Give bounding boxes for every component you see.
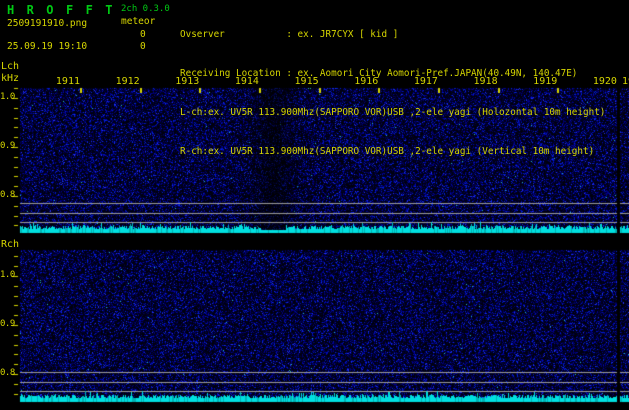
- freq-tick-label: 0.9: [0, 141, 15, 151]
- lch-panel-label: Lch: [1, 61, 20, 72]
- observer-line: Ovserver : ex. JR7CYX [ kid ]: [180, 29, 399, 40]
- time-label: 1920: [592, 76, 617, 87]
- time-label: 1917: [413, 76, 438, 87]
- time-label: 1913: [175, 76, 200, 87]
- meteor-count-rch: 0: [140, 41, 146, 52]
- time-label-clipped: 1910: [622, 76, 629, 87]
- freq-tick-label: 1.0: [0, 270, 15, 280]
- app-version: 2ch 0.3.0: [121, 4, 170, 14]
- freq-tick-label: 0.9: [0, 319, 15, 329]
- hrofft-window: H R O F F T 2ch 0.3.0 2509191910.png met…: [0, 0, 629, 410]
- output-filename: 2509191910.png: [7, 18, 88, 29]
- time-label: 1916: [354, 76, 379, 87]
- freq-tick-label: 0.8: [0, 368, 15, 378]
- meteor-count-lch: 0: [140, 29, 146, 40]
- meteor-count-label: meteor: [121, 16, 156, 27]
- time-label: 1918: [473, 76, 498, 87]
- station-info: Ovserver : ex. JR7CYX [ kid ] Receiving …: [180, 2, 605, 184]
- datetime-stamp: 25.09.19 19:10: [7, 41, 88, 52]
- lch-setup-line: L-ch:ex. UV5R 113.900Mhz(SAPPORO VOR)USB…: [180, 107, 606, 118]
- freq-tick-label: 1.0: [0, 92, 15, 102]
- time-label: 1911: [55, 76, 80, 87]
- khz-unit-label: kHz: [1, 73, 20, 84]
- rch-panel-label: Rch: [1, 239, 20, 250]
- time-label: 1914: [234, 76, 259, 87]
- time-label: 1912: [115, 76, 140, 87]
- time-label: 1915: [294, 76, 319, 87]
- freq-tick-label: 0.8: [0, 190, 15, 200]
- app-logo: H R O F F T: [7, 3, 116, 17]
- rch-setup-line: R-ch:ex. UV5R 113.900Mhz(SAPPORO VOR)USB…: [180, 146, 595, 157]
- time-label: 1919: [533, 76, 558, 87]
